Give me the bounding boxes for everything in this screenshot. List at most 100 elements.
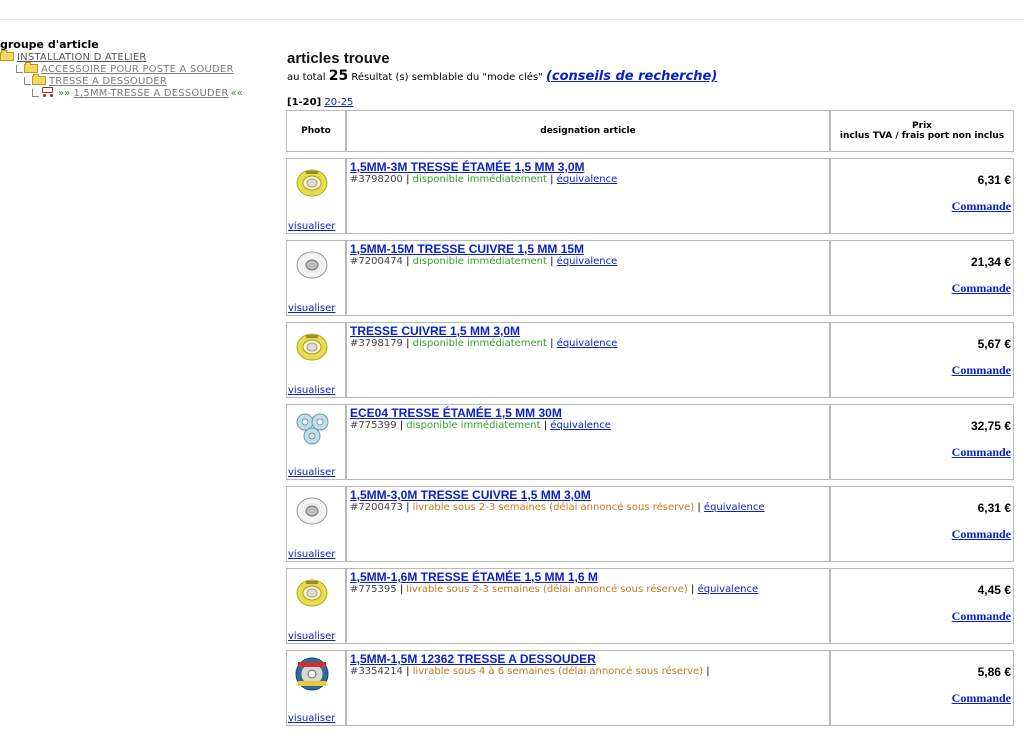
search-tips-link[interactable]: (conseils de recherche) [546, 69, 717, 84]
availability-status: livrable sous 2-3 semaines (délai annonc… [412, 502, 695, 513]
equivalence-link[interactable]: équivalence [557, 174, 618, 185]
visualize-link[interactable]: visualiser [288, 549, 335, 560]
price-cell: 21,34 € Commande [830, 240, 1014, 316]
availability-status: disponible immédiatement [412, 256, 547, 267]
table-row: visualiser 1,5MM-3,0M TRESSE CUIVRE 1,5 M… [286, 486, 1014, 562]
product-thumbnail[interactable] [295, 329, 329, 363]
article-title-link[interactable]: TRESSE CUIVRE 1,5 MM 3,0M [350, 325, 826, 338]
table-row: visualiser ECE04 TRESSE ÉTAMÉE 1,5 MM 30M… [286, 404, 1014, 480]
col-header-price: Prix inclus TVA / frais port non inclus [830, 110, 1014, 152]
availability-status: disponible immédiatement [412, 174, 547, 185]
results-summary: au total 25 Résultat (s) semblable du "m… [287, 68, 1015, 84]
article-price: 32,75 € [970, 419, 1011, 433]
folder-icon [0, 49, 14, 61]
price-cell: 6,31 € Commande [830, 158, 1014, 234]
table-row: visualiser 1,5MM-3M TRESSE ÉTAMÉE 1,5 MM … [286, 158, 1014, 234]
designation-cell: 1,5MM-3,0M TRESSE CUIVRE 1,5 MM 3,0M #720… [346, 486, 830, 562]
article-price: 4,45 € [977, 583, 1011, 597]
article-title-link[interactable]: 1,5MM-1,6M TRESSE ÉTAMÉE 1,5 MM 1,6 M [350, 571, 826, 584]
tree-item-current[interactable]: »» 1,5MM-TRESSE A DESSOUDER «« [0, 87, 270, 100]
product-thumbnail[interactable] [295, 165, 329, 199]
tree-link-current[interactable]: 1,5MM-TRESSE A DESSOUDER [73, 88, 228, 99]
article-title-link[interactable]: 1,5MM-1,5M 12362 TRESSE A DESSOUDER [350, 653, 826, 666]
table-row: visualiser TRESSE CUIVRE 1,5 MM 3,0M #3798… [286, 322, 1014, 398]
pagination-next-link[interactable]: 20-25 [324, 97, 353, 108]
tree-item-accessoire[interactable]: ACCESSOIRE POUR POSTE A SOUDER [0, 61, 270, 76]
article-title-link[interactable]: ECE04 TRESSE ÉTAMÉE 1,5 MM 30M [350, 407, 826, 420]
order-link[interactable]: Commande [833, 281, 1011, 296]
availability-status: disponible immédiatement [406, 420, 541, 431]
pagination: [1-20] 20-25 [287, 97, 353, 108]
visualize-link[interactable]: visualiser [288, 713, 335, 724]
order-link[interactable]: Commande [833, 527, 1011, 542]
order-link[interactable]: Commande [833, 363, 1011, 378]
visualize-link[interactable]: visualiser [288, 303, 335, 314]
tree-link[interactable]: ACCESSOIRE POUR POSTE A SOUDER [41, 64, 234, 75]
order-link[interactable]: Commande [833, 199, 1011, 214]
article-price: 6,31 € [977, 173, 1011, 187]
price-cell: 5,67 € Commande [830, 322, 1014, 398]
top-divider [0, 19, 1024, 20]
tree-item-installation[interactable]: INSTALLATION D ATELIER [0, 49, 270, 64]
equivalence-link[interactable]: équivalence [557, 256, 618, 267]
equivalence-link[interactable]: équivalence [704, 502, 765, 513]
product-thumbnail[interactable] [295, 575, 329, 609]
equivalence-link[interactable]: équivalence [557, 338, 618, 349]
article-ref: #7200473 [350, 502, 403, 513]
order-link[interactable]: Commande [833, 445, 1011, 460]
price-cell: 32,75 € Commande [830, 404, 1014, 480]
article-ref: #7200474 [350, 256, 403, 267]
product-thumbnail[interactable] [295, 411, 329, 445]
designation-cell: 1,5MM-1,6M TRESSE ÉTAMÉE 1,5 MM 1,6 M #77… [346, 568, 830, 644]
table-row: visualiser 1,5MM-1,5M 12362 TRESSE A DESS… [286, 650, 1014, 726]
designation-cell: TRESSE CUIVRE 1,5 MM 3,0M #3798179 | disp… [346, 322, 830, 398]
photo-cell: visualiser [286, 568, 346, 644]
designation-cell: ECE04 TRESSE ÉTAMÉE 1,5 MM 30M #775399 | … [346, 404, 830, 480]
page-title: articles trouve [287, 50, 390, 67]
order-link[interactable]: Commande [833, 609, 1011, 624]
results-table: Photo designation article Prix inclus TV… [286, 110, 1014, 726]
product-thumbnail[interactable] [295, 493, 329, 527]
price-cell: 4,45 € Commande [830, 568, 1014, 644]
tree-elbow [24, 77, 31, 85]
photo-cell: visualiser [286, 404, 346, 480]
equivalence-link[interactable]: équivalence [698, 584, 759, 595]
article-ref: #3798179 [350, 338, 403, 349]
folder-icon [32, 73, 46, 85]
availability-status: disponible immédiatement [412, 338, 547, 349]
article-price: 21,34 € [970, 255, 1011, 269]
visualize-link[interactable]: visualiser [288, 631, 335, 642]
photo-cell: visualiser [286, 158, 346, 234]
visualize-link[interactable]: visualiser [288, 385, 335, 396]
availability-status: livrable sous 2-3 semaines (délai annonc… [406, 584, 688, 595]
designation-cell: 1,5MM-15M TRESSE CUIVRE 1,5 MM 15M #72004… [346, 240, 830, 316]
visualize-link[interactable]: visualiser [288, 467, 335, 478]
product-thumbnail[interactable] [295, 247, 329, 281]
article-title-link[interactable]: 1,5MM-15M TRESSE CUIVRE 1,5 MM 15M [350, 243, 826, 256]
pagination-current: [1-20] [287, 97, 322, 108]
price-cell: 6,31 € Commande [830, 486, 1014, 562]
price-header-line1: Prix [912, 121, 932, 131]
tree-link[interactable]: INSTALLATION D ATELIER [17, 52, 147, 63]
article-title-link[interactable]: 1,5MM-3,0M TRESSE CUIVRE 1,5 MM 3,0M [350, 489, 826, 502]
price-cell: 5,86 € Commande [830, 650, 1014, 726]
article-ref: #3798200 [350, 174, 403, 185]
equivalence-link[interactable]: équivalence [550, 420, 611, 431]
article-group-tree: groupe d'article INSTALLATION D ATELIER … [0, 38, 270, 100]
article-ref: #775399 [350, 420, 397, 431]
col-header-photo: Photo [286, 110, 346, 152]
tree-link[interactable]: TRESSE A DESSOUDER [49, 76, 167, 87]
product-thumbnail[interactable] [295, 657, 329, 691]
article-price: 5,67 € [977, 337, 1011, 351]
visualize-link[interactable]: visualiser [288, 221, 335, 232]
tree-title: groupe d'article [0, 38, 99, 51]
arrow-left-icon: «« [230, 88, 243, 99]
order-link[interactable]: Commande [833, 691, 1011, 706]
photo-cell: visualiser [286, 322, 346, 398]
designation-cell: 1,5MM-3M TRESSE ÉTAMÉE 1,5 MM 3,0M #37982… [346, 158, 830, 234]
article-ref: #3354214 [350, 666, 403, 677]
table-row: visualiser 1,5MM-1,6M TRESSE ÉTAMÉE 1,5 M… [286, 568, 1014, 644]
results-header: articles trouve au total 25 Résultat (s)… [287, 50, 1015, 84]
photo-cell: visualiser [286, 240, 346, 316]
article-title-link[interactable]: 1,5MM-3M TRESSE ÉTAMÉE 1,5 MM 3,0M [350, 161, 826, 174]
